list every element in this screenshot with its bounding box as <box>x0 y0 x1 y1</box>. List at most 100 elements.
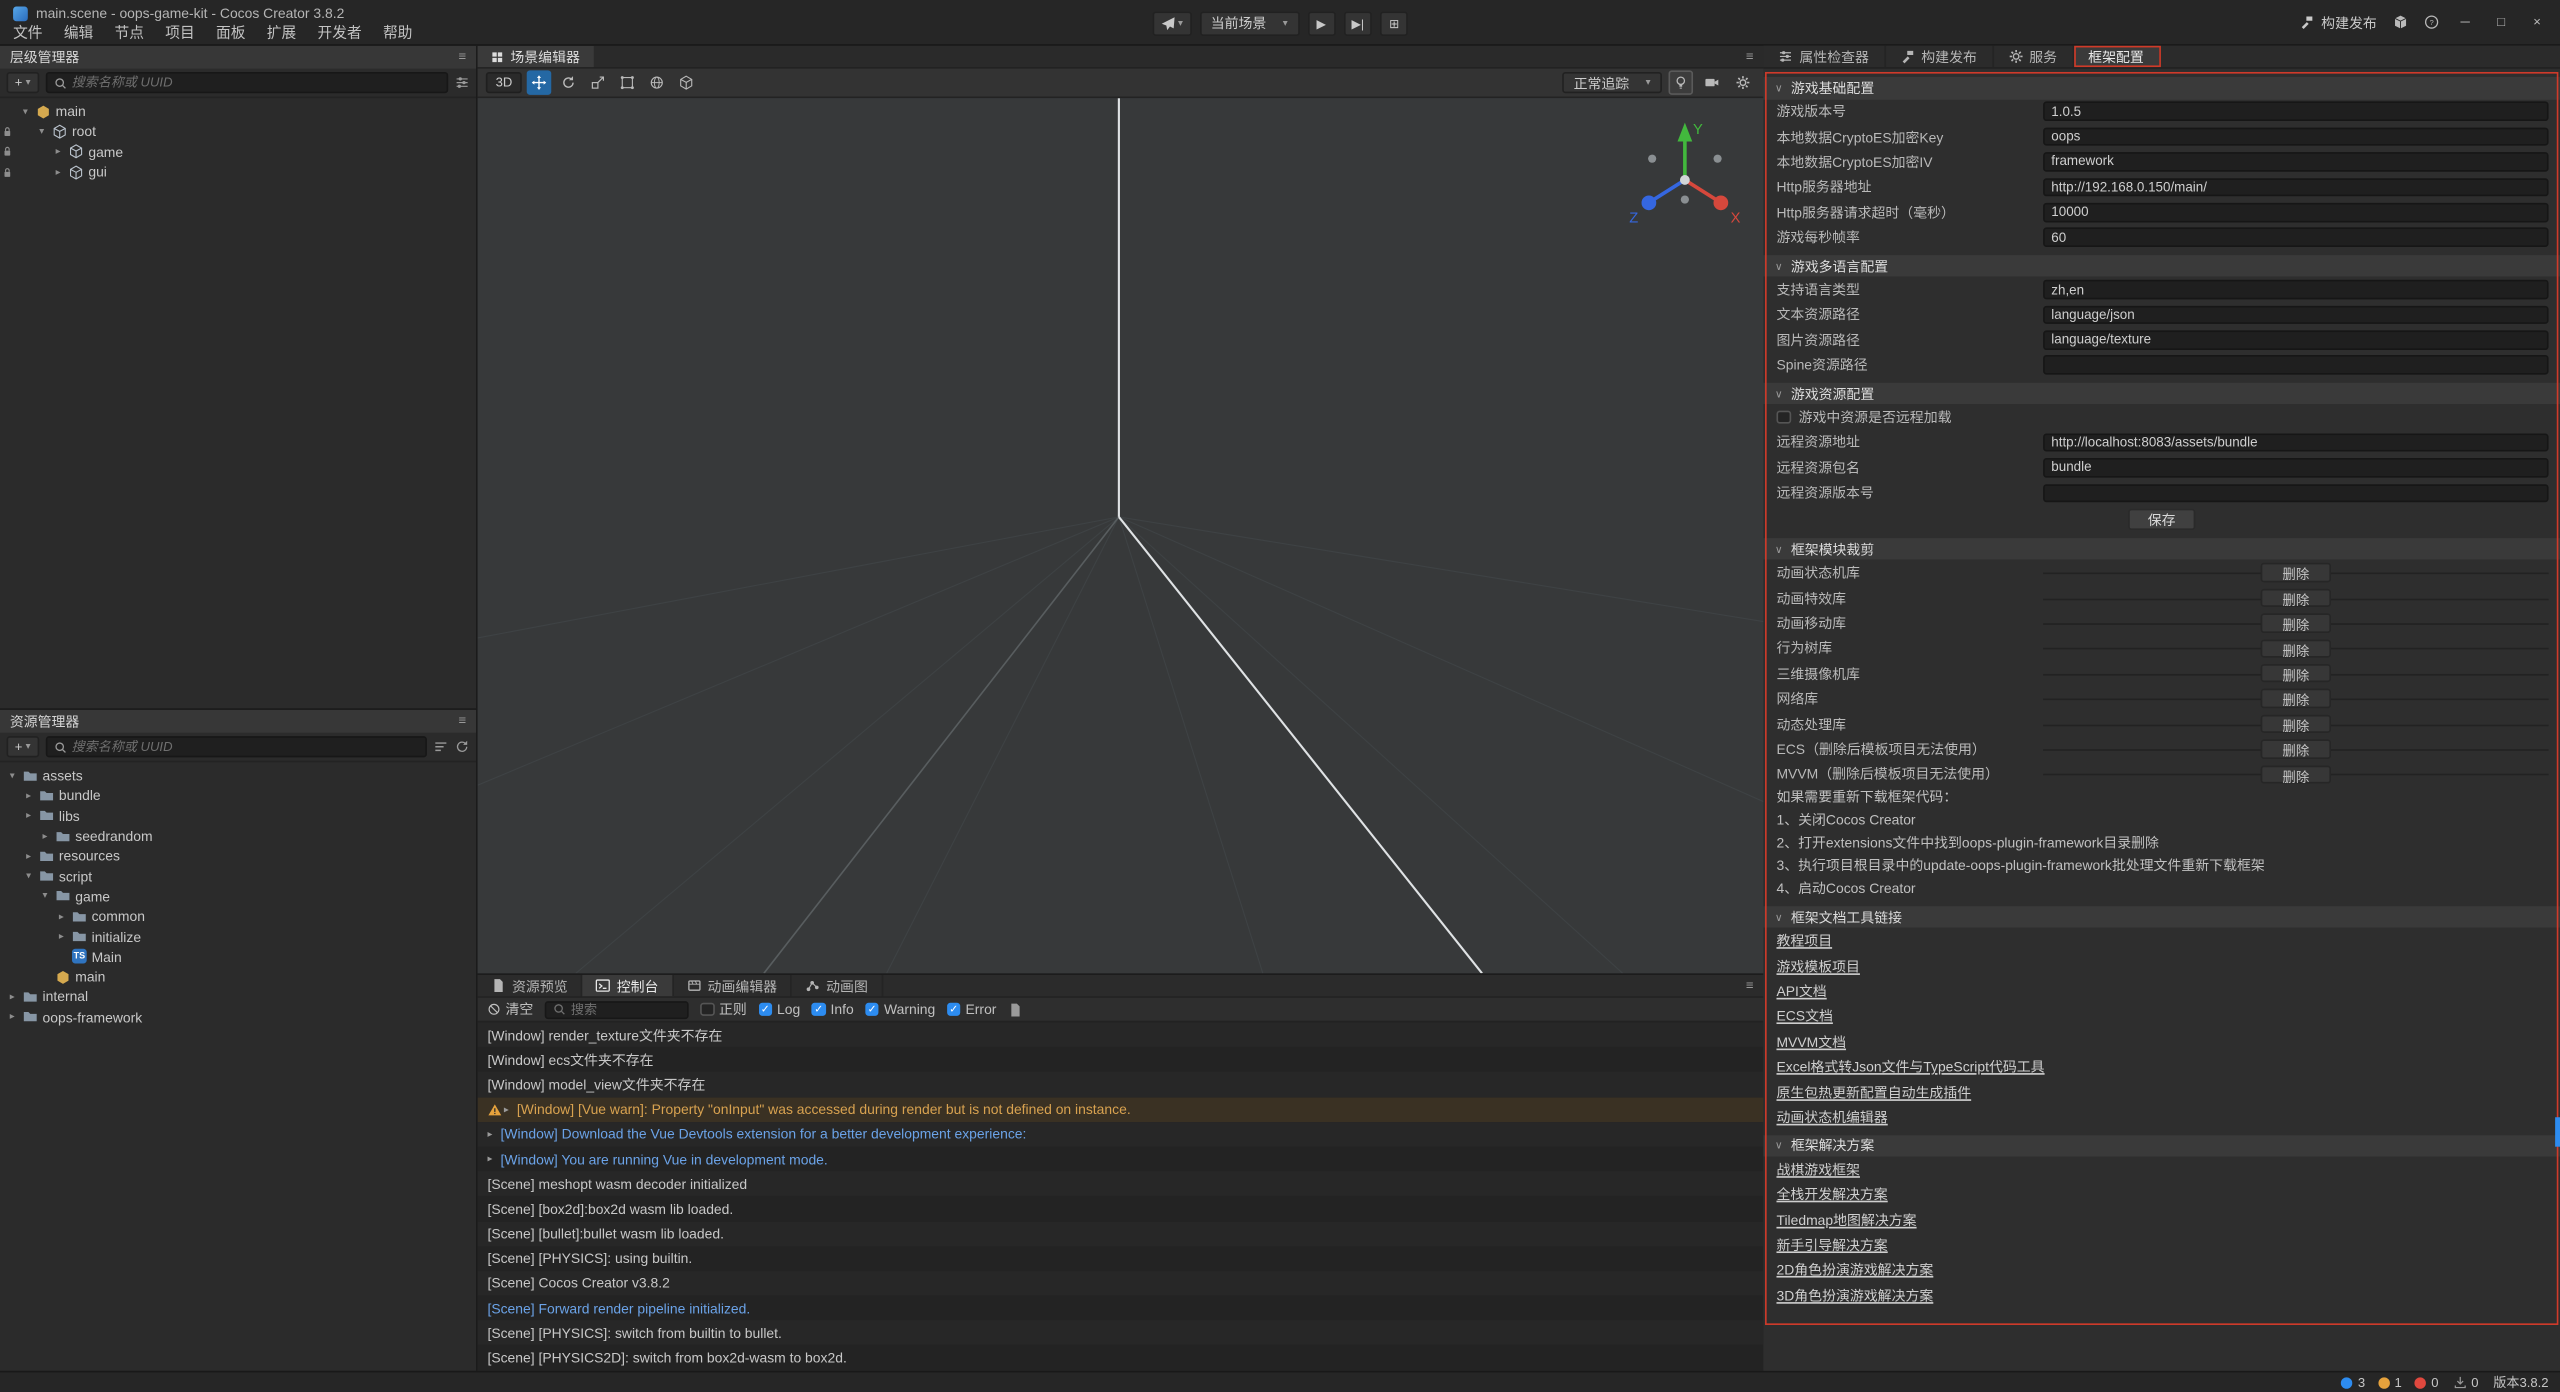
delete-button[interactable]: 删除 <box>2261 639 2330 658</box>
tree-row[interactable]: ▾game <box>0 886 476 906</box>
expander-icon[interactable]: ▸ <box>487 1153 500 1164</box>
scene-editor-tab[interactable]: 场景编辑器 <box>478 46 593 67</box>
chevron-right-icon[interactable]: ▸ <box>23 790 34 801</box>
tab-inspector[interactable]: 属性检查器 <box>1763 46 1885 67</box>
checkbox[interactable]: ✓ <box>947 1002 961 1016</box>
expander-icon[interactable]: ▸ <box>504 1104 517 1115</box>
log-row[interactable]: [Scene] Cocos Creator v3.8.2 <box>478 1271 1764 1296</box>
property-input[interactable]: bundle <box>2043 458 2548 477</box>
scene-viewport[interactable]: Y X Z <box>478 98 1764 973</box>
delete-button[interactable]: 删除 <box>2261 714 2330 733</box>
doc-link[interactable]: 游戏模板项目 <box>1776 956 1859 976</box>
status-count[interactable]: 1 <box>2378 1375 2402 1390</box>
section-header[interactable]: ∨框架文档工具链接 <box>1763 906 2560 928</box>
delete-button[interactable]: 删除 <box>2261 689 2330 708</box>
console-filter[interactable]: 正则 <box>700 999 747 1019</box>
property-input[interactable] <box>2043 483 2548 502</box>
minimize-button[interactable]: ─ <box>2455 15 2475 30</box>
menu-item[interactable]: 面板 <box>216 21 245 42</box>
property-input[interactable]: language/json <box>2043 305 2548 324</box>
layout-button[interactable]: ⊞ <box>1380 11 1408 36</box>
chevron-down-icon[interactable]: ▾ <box>7 770 18 781</box>
chevron-right-icon[interactable]: ▸ <box>23 810 34 821</box>
move-tool-button[interactable] <box>527 70 552 95</box>
tree-row[interactable]: ▸game <box>0 142 476 162</box>
tree-row[interactable]: ▾assets <box>0 766 476 786</box>
panel-menu-icon[interactable]: ≡ <box>459 715 467 728</box>
delete-button[interactable]: 删除 <box>2261 740 2330 759</box>
chevron-right-icon[interactable]: ▸ <box>39 830 50 841</box>
refresh-icon[interactable] <box>455 739 470 754</box>
log-row[interactable]: [Scene] [PHYSICS]: using builtin. <box>478 1246 1764 1271</box>
tree-row[interactable]: ▸common <box>0 906 476 926</box>
step-button[interactable]: ▶| <box>1343 11 1372 36</box>
tab-console[interactable]: 控制台 <box>582 975 673 996</box>
log-row[interactable]: ▸[Window] [Vue warn]: Property "onInput"… <box>478 1097 1764 1122</box>
tree-row[interactable]: ▸gui <box>0 162 476 182</box>
log-row[interactable]: [Window] model_view文件夹不存在 <box>478 1072 1764 1097</box>
delete-button[interactable]: 删除 <box>2261 563 2330 582</box>
section-header[interactable]: ∨游戏资源配置 <box>1763 383 2560 405</box>
axis-gizmo[interactable]: Y X Z <box>1626 115 1744 233</box>
tab-animation-graph[interactable]: 动画图 <box>792 975 883 996</box>
chevron-right-icon[interactable]: ▸ <box>7 1011 18 1022</box>
log-row[interactable]: [Scene] meshopt wasm decoder initialized <box>478 1171 1764 1196</box>
property-input[interactable]: zh,en <box>2043 280 2548 299</box>
build-publish-button[interactable]: 构建发布 <box>2300 12 2377 32</box>
tree-row[interactable]: TSMain <box>0 947 476 967</box>
clear-console-button[interactable]: 清空 <box>487 999 533 1019</box>
tree-row[interactable]: ▸internal <box>0 987 476 1007</box>
preview-platform-button[interactable]: ▾ <box>1152 11 1191 36</box>
log-row[interactable]: ▸[Window] Download the Vue Devtools exte… <box>478 1122 1764 1147</box>
panel-menu-icon[interactable]: ≡ <box>1746 50 1763 63</box>
tree-row[interactable]: ▸bundle <box>0 786 476 806</box>
property-input[interactable]: 60 <box>2043 228 2548 247</box>
section-header[interactable]: ∨框架模块裁剪 <box>1763 538 2560 560</box>
property-input[interactable]: language/texture <box>2043 331 2548 350</box>
lock-icon[interactable] <box>0 126 15 137</box>
chevron-right-icon[interactable]: ▸ <box>56 911 67 922</box>
property-input[interactable]: oops <box>2043 127 2548 146</box>
tree-row[interactable]: ▾root <box>0 122 476 142</box>
chevron-right-icon[interactable]: ▸ <box>52 146 63 157</box>
delete-button[interactable]: 删除 <box>2261 765 2330 784</box>
doc-link[interactable]: 2D角色扮演游戏解决方案 <box>1776 1260 1933 1280</box>
tree-row[interactable]: main <box>0 967 476 987</box>
panel-menu-icon[interactable]: ≡ <box>459 51 467 64</box>
log-row[interactable]: [Scene] [box2d]:box2d wasm lib loaded. <box>478 1196 1764 1221</box>
chevron-down-icon[interactable]: ▾ <box>36 126 47 137</box>
doc-link[interactable]: 战棋游戏框架 <box>1776 1159 1859 1179</box>
chevron-right-icon[interactable]: ▸ <box>56 931 67 942</box>
tree-row[interactable]: ▸seedrandom <box>0 826 476 846</box>
create-node-button[interactable]: +▾ <box>7 72 39 93</box>
tree-row[interactable]: ▸resources <box>0 846 476 866</box>
lock-icon[interactable] <box>0 166 15 177</box>
menu-item[interactable]: 扩展 <box>267 21 296 42</box>
menu-item[interactable]: 项目 <box>165 21 194 42</box>
console-filter[interactable]: ✓Info <box>812 1001 854 1017</box>
doc-link[interactable]: 3D角色扮演游戏解决方案 <box>1776 1285 1933 1305</box>
chevron-down-icon[interactable]: ▾ <box>39 891 50 902</box>
tree-row[interactable]: ▾main <box>0 101 476 121</box>
console-search-input[interactable]: 搜索 <box>545 1000 689 1018</box>
log-row[interactable]: [Scene] [PHYSICS]: switch from builtin t… <box>478 1320 1764 1345</box>
scene-select[interactable]: 当前场景▾ <box>1199 11 1299 36</box>
create-asset-button[interactable]: +▾ <box>7 736 39 757</box>
console-settings-icon[interactable] <box>1008 1002 1023 1017</box>
scene-settings-button[interactable] <box>1731 70 1756 95</box>
close-button[interactable]: × <box>2527 15 2547 30</box>
section-header[interactable]: ∨游戏基础配置 <box>1763 77 2560 99</box>
tree-row[interactable]: ▾script <box>0 866 476 886</box>
property-input[interactable] <box>2043 356 2548 375</box>
doc-link[interactable]: 原生包热更新配置自动生成插件 <box>1776 1082 1971 1102</box>
doc-link[interactable]: Excel格式转Json文件与TypeScript代码工具 <box>1776 1057 2044 1077</box>
tree-row[interactable]: ▸oops-framework <box>0 1007 476 1027</box>
tree-row[interactable]: ▸initialize <box>0 926 476 946</box>
chevron-right-icon[interactable]: ▸ <box>23 850 34 861</box>
doc-link[interactable]: Tiledmap地图解决方案 <box>1776 1210 1916 1230</box>
scene-camera-button[interactable] <box>1700 70 1725 95</box>
gizmo-mode-select[interactable]: 正常追踪▾ <box>1562 72 1662 93</box>
doc-link[interactable]: ECS文档 <box>1776 1007 1832 1027</box>
play-button[interactable]: ▶ <box>1307 11 1335 36</box>
checkbox[interactable]: ✓ <box>758 1002 772 1016</box>
